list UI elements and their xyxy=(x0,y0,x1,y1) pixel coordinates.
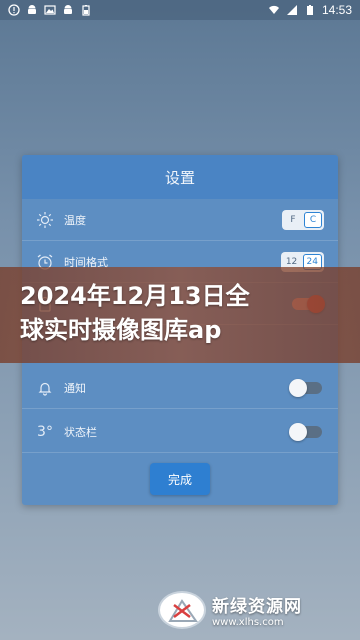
status-time: 14:53 xyxy=(321,3,352,17)
option-celsius[interactable]: C xyxy=(304,211,322,228)
android-icon xyxy=(62,4,74,16)
setting-label: 温度 xyxy=(64,213,86,227)
picture-icon xyxy=(44,4,56,16)
option-fahrenheit[interactable]: F xyxy=(284,212,302,228)
signal-icon xyxy=(286,4,298,16)
setting-label: 状态栏 xyxy=(64,425,97,439)
watermark-text: 新绿资源网 www.xlhs.com xyxy=(212,592,302,628)
watermark-logo xyxy=(158,591,206,629)
dialog-title: 设置 xyxy=(22,155,338,199)
bell-icon xyxy=(34,377,56,399)
setting-row-notification: 通知 xyxy=(22,367,338,409)
sun-icon xyxy=(34,209,56,231)
battery-icon xyxy=(304,4,316,16)
wifi-icon xyxy=(268,4,280,16)
battery-icon xyxy=(80,4,92,16)
status-bar-left xyxy=(8,4,92,16)
temperature-unit-selector[interactable]: F C xyxy=(282,209,324,230)
status-bar: 14:53 xyxy=(0,0,360,20)
alert-icon xyxy=(8,4,20,16)
toggle-knob xyxy=(289,422,307,441)
degree-icon: 3° xyxy=(37,423,53,440)
site-watermark: 新绿资源网 www.xlhs.com xyxy=(158,588,338,632)
android-icon xyxy=(26,4,38,16)
banner-text: 2024年12月13日全 球实时摄像图库ap xyxy=(20,282,250,344)
notification-toggle[interactable] xyxy=(289,378,322,397)
watermark-name: 新绿资源网 xyxy=(212,597,302,617)
toggle-knob xyxy=(289,378,307,397)
title-banner: 2024年12月13日全 球实时摄像图库ap xyxy=(0,267,360,363)
setting-row-status-bar: 3° 状态栏 xyxy=(22,411,338,453)
status-bar-right: 14:53 xyxy=(268,3,352,17)
done-button[interactable]: 完成 xyxy=(150,463,210,495)
setting-row-temperature: 温度 F C xyxy=(22,199,338,241)
watermark-url: www.xlhs.com xyxy=(212,617,284,628)
setting-label: 通知 xyxy=(64,381,86,395)
status-bar-toggle[interactable] xyxy=(289,422,322,441)
